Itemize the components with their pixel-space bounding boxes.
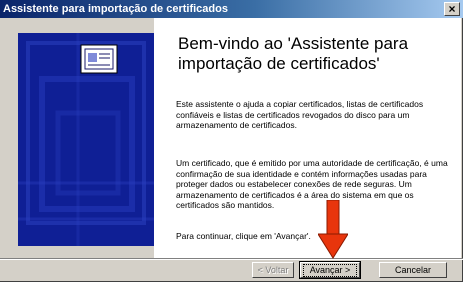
wizard-content: Bem-vindo ao 'Assistente para importação… — [154, 18, 461, 258]
footer-separator — [0, 258, 463, 260]
certificate-icon — [80, 44, 118, 74]
next-button[interactable]: Avançar > — [299, 261, 361, 279]
title-bar[interactable]: Assistente para importação de certificad… — [0, 0, 463, 18]
next-button-label: Avançar > — [303, 264, 357, 277]
intro-paragraph: Este assistente o ajuda a copiar certifi… — [176, 99, 424, 130]
banner-graphic — [18, 33, 154, 246]
back-button[interactable]: < Voltar — [252, 262, 294, 278]
arrow-annotation-icon — [318, 200, 348, 259]
wizard-heading: Bem-vindo ao 'Assistente para importação… — [178, 34, 409, 73]
close-icon: × — [448, 2, 456, 16]
window-title: Assistente para importação de certificad… — [3, 3, 228, 15]
certificate-description-paragraph: Um certificado, que é emitido por uma au… — [176, 158, 448, 210]
continue-instruction: Para continuar, clique em 'Avançar'. — [176, 231, 311, 241]
close-button[interactable]: × — [444, 2, 460, 16]
wizard-banner — [18, 33, 154, 246]
cancel-button[interactable]: Cancelar — [379, 262, 447, 278]
wizard-window: Assistente para importação de certificad… — [0, 0, 463, 282]
